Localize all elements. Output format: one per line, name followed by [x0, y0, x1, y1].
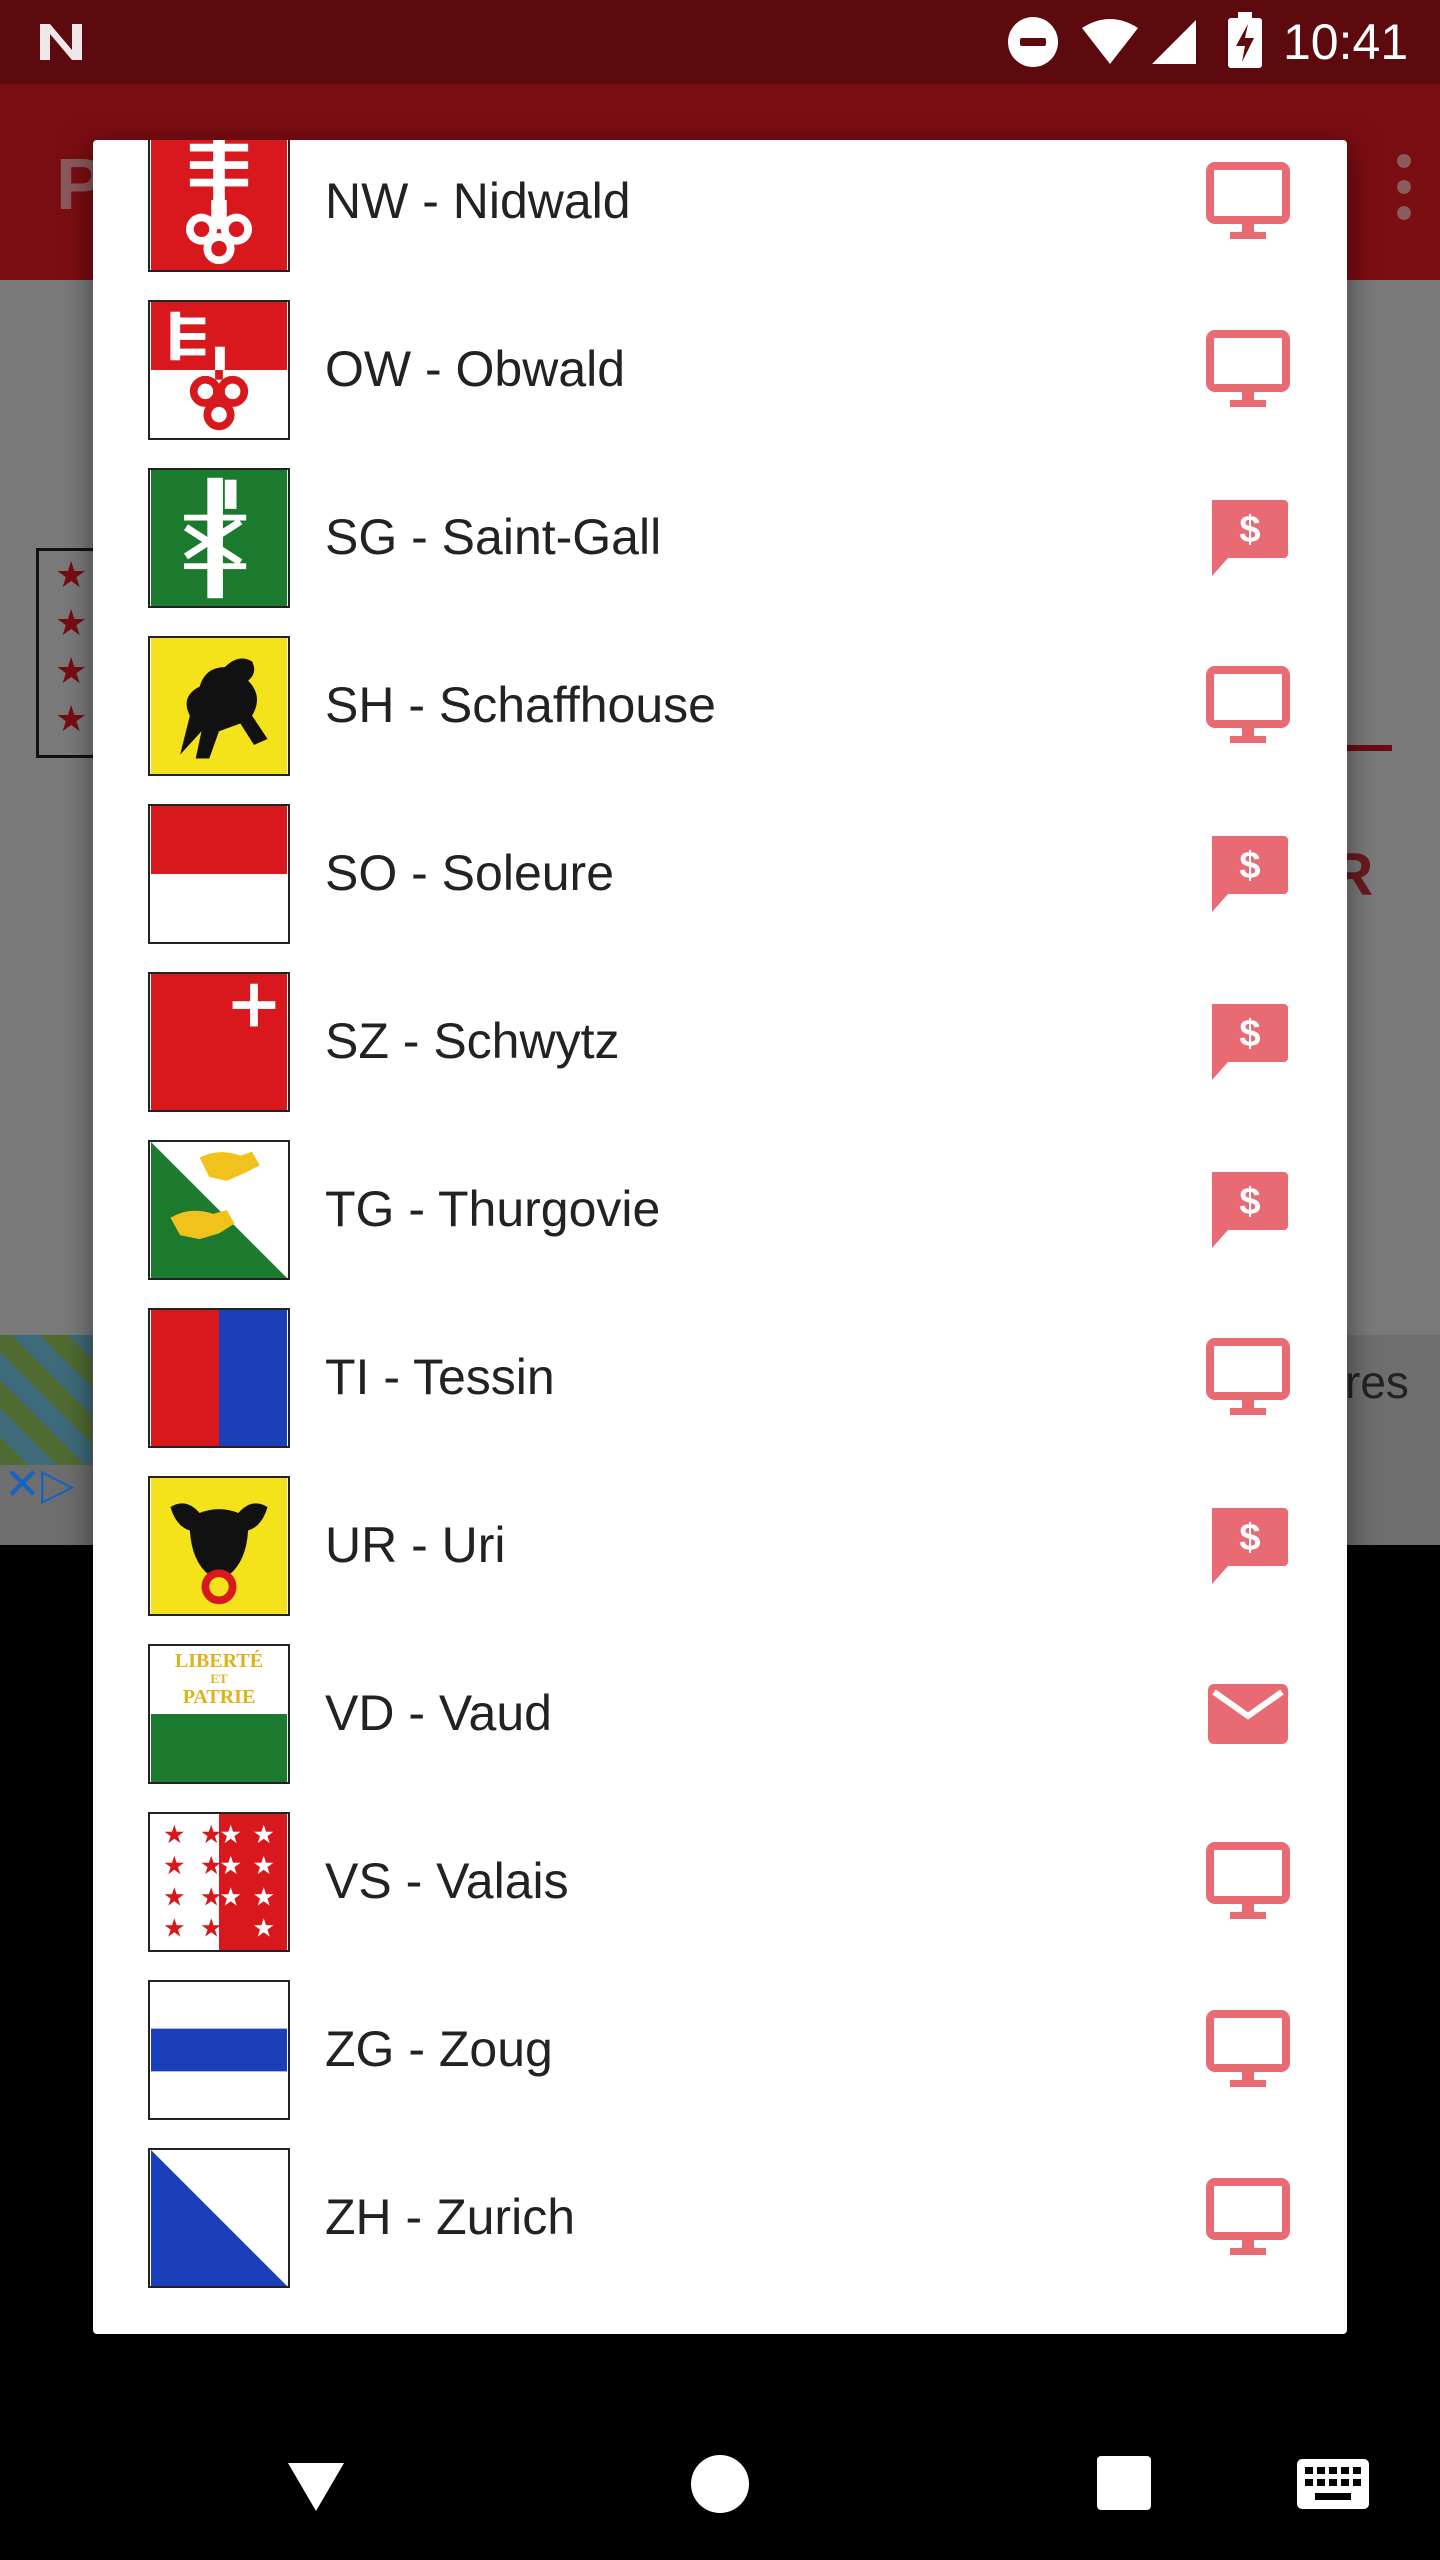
canton-label: TG - Thurgovie	[325, 1181, 661, 1237]
canton-label: SZ - Schwytz	[325, 1013, 620, 1069]
signal-icon	[1152, 20, 1196, 64]
ad-close-icon[interactable]: ✕▷	[4, 1459, 75, 1510]
svg-text:★: ★	[252, 1913, 275, 1942]
schwytz-flag-icon	[148, 972, 290, 1112]
uri-flag-icon	[148, 1476, 290, 1616]
tessin-flag-icon	[148, 1308, 290, 1448]
svg-text:★: ★	[252, 1851, 275, 1880]
home-icon[interactable]	[691, 2455, 749, 2513]
svg-text:$: $	[1239, 1181, 1260, 1223]
status-bar: 10:41	[0, 0, 1440, 84]
list-item[interactable]: NW - Nidwald	[93, 140, 1347, 286]
monitor-icon[interactable]	[1206, 328, 1290, 412]
paid-message-icon[interactable]: $	[1206, 496, 1290, 580]
monitor-icon[interactable]	[1206, 160, 1290, 244]
paid-message-icon[interactable]: $	[1206, 832, 1290, 916]
saint-gall-flag-icon	[148, 468, 290, 608]
svg-text:$: $	[1239, 845, 1260, 887]
svg-text:$: $	[1239, 1517, 1260, 1559]
back-icon[interactable]	[284, 2455, 348, 2519]
svg-text:★: ★	[219, 1851, 242, 1880]
canton-label: ZG - Zoug	[325, 2021, 553, 2077]
canton-label: UR - Uri	[325, 1517, 506, 1573]
overflow-menu-icon[interactable]	[1394, 154, 1414, 224]
svg-text:★: ★	[219, 1882, 242, 1911]
zoug-flag-icon	[148, 1980, 290, 2120]
vaud-motto-line: LIBERTÉ	[174, 1650, 264, 1672]
monitor-icon[interactable]	[1206, 1336, 1290, 1420]
list-item[interactable]: SG - Saint-Gall $	[93, 454, 1347, 622]
keyboard-icon[interactable]	[1297, 2459, 1369, 2509]
obwald-flag-icon	[148, 300, 290, 440]
list-item[interactable]: ZH - Zurich	[93, 2134, 1347, 2302]
canton-label: ZH - Zurich	[325, 2189, 575, 2245]
list-item[interactable]: OW - Obwald	[93, 286, 1347, 454]
paid-message-icon[interactable]: $	[1206, 1504, 1290, 1588]
list-item[interactable]: ZG - Zoug	[93, 1966, 1347, 2134]
svg-text:★: ★	[200, 1913, 223, 1942]
list-item[interactable]: TG - Thurgovie $	[93, 1126, 1347, 1294]
do-not-disturb-icon	[1008, 17, 1058, 67]
paid-message-icon[interactable]: $	[1206, 1000, 1290, 1084]
canton-label: SH - Schaffhouse	[325, 677, 716, 733]
svg-text:★: ★	[219, 1820, 242, 1849]
thurgovie-flag-icon	[148, 1140, 290, 1280]
vaud-flag-icon: LIBERTÉ ET PATRIE	[148, 1644, 290, 1784]
vaud-motto-line: PATRIE	[182, 1686, 256, 1708]
n-logo-icon	[40, 24, 82, 60]
recents-icon[interactable]	[1097, 2456, 1151, 2510]
canton-label: NW - Nidwald	[325, 173, 631, 229]
ad-image	[0, 1335, 92, 1465]
canton-label: SG - Saint-Gall	[325, 509, 662, 565]
canton-label: TI - Tessin	[325, 1349, 555, 1405]
canton-label: VS - Valais	[325, 1853, 569, 1909]
vaud-motto-line: ET	[210, 1671, 228, 1686]
list-item[interactable]: LIBERTÉ ET PATRIE VD - Vaud	[93, 1630, 1347, 1798]
canton-label: SO - Soleure	[325, 845, 615, 901]
monitor-icon[interactable]	[1206, 664, 1290, 748]
battery-charging-icon	[1228, 12, 1262, 68]
clock: 10:41	[1283, 14, 1409, 70]
monitor-icon[interactable]	[1206, 2176, 1290, 2260]
list-item[interactable]: SH - Schaffhouse	[93, 622, 1347, 790]
canton-list[interactable]: NW - Nidwald OW - Obwald SG - Saint-Gall…	[93, 140, 1347, 2302]
svg-text:$: $	[1239, 1013, 1260, 1055]
svg-text:★: ★	[163, 1913, 186, 1942]
soleure-flag-icon	[148, 804, 290, 944]
canton-label: VD - Vaud	[325, 1685, 552, 1741]
schaffhouse-flag-icon	[148, 636, 290, 776]
valais-flag-icon: ★ ★ ★ ★ ★ ★ ★ ★ ★ ★ ★ ★ ★ ★ ★	[148, 1812, 290, 1952]
monitor-icon[interactable]	[1206, 2008, 1290, 2092]
svg-text:$: $	[1239, 509, 1260, 551]
canton-list-dialog: NW - Nidwald OW - Obwald SG - Saint-Gall…	[93, 140, 1347, 2334]
ad-text: res	[1345, 1356, 1409, 1408]
monitor-icon[interactable]	[1206, 1840, 1290, 1924]
wifi-icon	[1082, 19, 1138, 64]
list-item[interactable]: SZ - Schwytz $	[93, 958, 1347, 1126]
navigation-bar	[0, 2425, 1440, 2560]
mail-icon[interactable]	[1206, 1672, 1290, 1756]
nidwald-flag-icon	[148, 140, 290, 272]
zurich-flag-icon	[148, 2148, 290, 2288]
svg-text:★: ★	[252, 1882, 275, 1911]
list-item[interactable]: ★ ★ ★ ★ ★ ★ ★ ★ ★ ★ ★ ★ ★ ★ ★ VS - Valais	[93, 1798, 1347, 1966]
list-item[interactable]: TI - Tessin	[93, 1294, 1347, 1462]
list-item[interactable]: UR - Uri $	[93, 1462, 1347, 1630]
svg-text:★: ★	[252, 1820, 275, 1849]
paid-message-icon[interactable]: $	[1206, 1168, 1290, 1252]
list-item[interactable]: SO - Soleure $	[93, 790, 1347, 958]
svg-text:★: ★	[163, 1882, 186, 1911]
svg-text:★: ★	[163, 1820, 186, 1849]
canton-label: OW - Obwald	[325, 341, 626, 397]
svg-text:★: ★	[163, 1851, 186, 1880]
